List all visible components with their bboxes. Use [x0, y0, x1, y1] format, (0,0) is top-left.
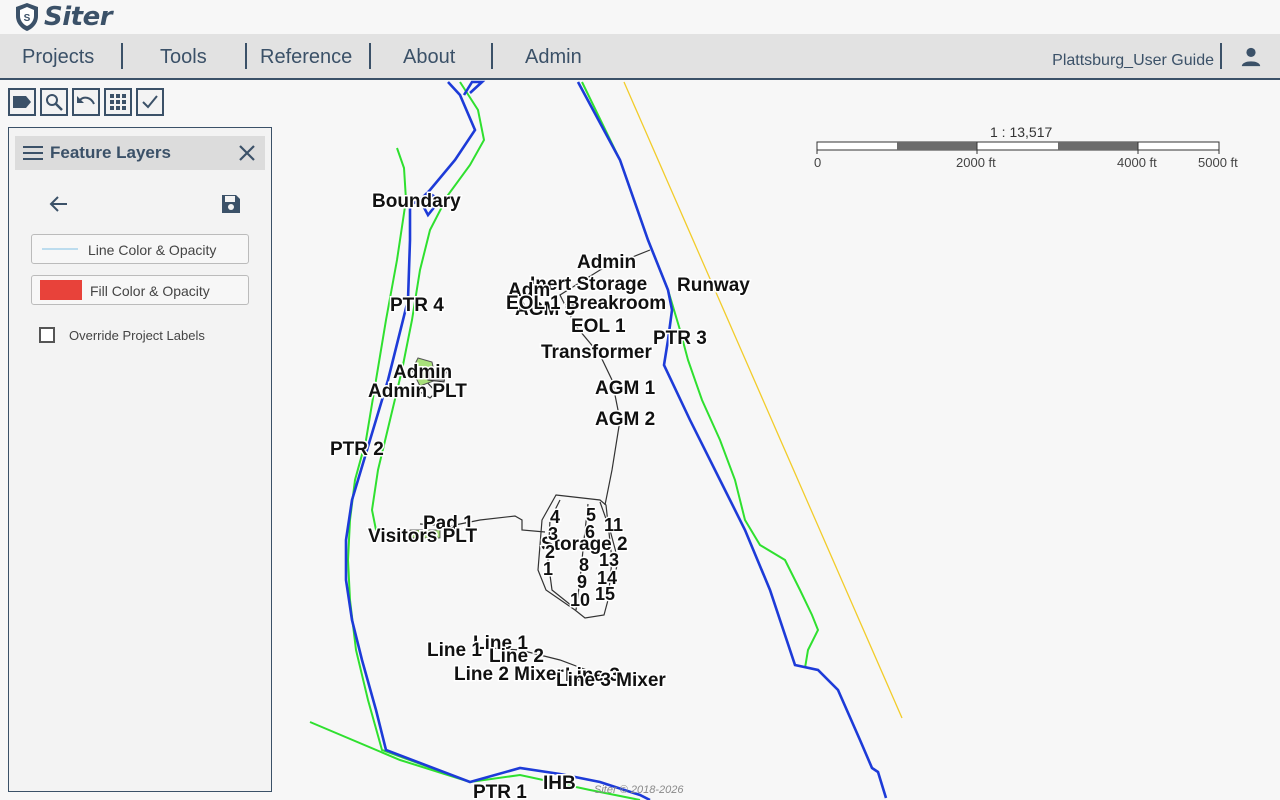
scale-bar-graphic: [816, 141, 1220, 154]
blue-boundary-top: [462, 80, 486, 96]
label-admin-2[interactable]: Admin: [392, 361, 454, 385]
nav-divider: [491, 43, 493, 69]
label-boundary[interactable]: Boundary: [371, 190, 463, 214]
siter-logo[interactable]: S Siter: [14, 2, 113, 32]
scale-tick-5000: 5000 ft: [1198, 155, 1238, 170]
close-icon[interactable]: [237, 143, 257, 163]
label-tool-button[interactable]: [8, 88, 36, 116]
green-line-east: [581, 81, 820, 669]
scale-tick-2000: 2000 ft: [956, 155, 996, 170]
blue-boundary: [344, 81, 651, 800]
grid-icon: [110, 94, 126, 110]
back-arrow-icon[interactable]: [47, 192, 71, 216]
label-ptr3[interactable]: PTR 3: [652, 327, 709, 351]
nav-tools[interactable]: Tools: [160, 34, 207, 78]
scale-bar: 1 : 13,517 0 2000 ft 4000 ft 5000 ft: [814, 124, 1256, 174]
nav-admin[interactable]: Admin: [525, 34, 582, 78]
panel-title: Feature Layers: [50, 143, 171, 162]
fill-option-label: Fill Color & Opacity: [90, 283, 210, 299]
label-ptr4[interactable]: PTR 4: [389, 294, 446, 318]
nav-divider: [1220, 43, 1222, 69]
label-visitors-plt[interactable]: Visitors PLT: [367, 525, 479, 549]
label-magazine-6[interactable]: 6: [584, 521, 597, 544]
label-line2-mixer[interactable]: Line 2 Mixer: [453, 663, 566, 687]
override-labels-row: Override Project Labels: [39, 325, 205, 345]
label-magazine-11[interactable]: 11: [603, 514, 625, 537]
label-magazine-1[interactable]: 1: [542, 558, 555, 581]
check-icon: [142, 95, 158, 109]
nav-divider: [245, 43, 247, 69]
label-magazine-10[interactable]: 10: [569, 589, 592, 612]
label-ptr1[interactable]: PTR 1: [472, 781, 529, 800]
runway-line: [623, 81, 903, 719]
search-icon: [46, 94, 63, 111]
line-option-label: Line Color & Opacity: [88, 242, 217, 258]
scale-tick-4000: 4000 ft: [1117, 155, 1157, 170]
map-toolbar: [8, 88, 164, 116]
label-icon: [13, 96, 31, 108]
nav-reference[interactable]: Reference: [260, 34, 352, 78]
nav-divider: [369, 43, 371, 69]
line-swatch-icon: [42, 248, 78, 250]
override-labels-checkbox[interactable]: [39, 327, 55, 343]
panel-header: Feature Layers: [15, 136, 265, 170]
override-labels-label: Override Project Labels: [69, 327, 205, 343]
label-agm2[interactable]: AGM 2: [594, 408, 657, 432]
app-name: Siter: [44, 2, 113, 32]
copyright-text: Siter © 2018-2026: [594, 784, 684, 796]
label-line1-b[interactable]: Line 1: [426, 639, 484, 663]
check-tool-button[interactable]: [136, 88, 164, 116]
label-runway[interactable]: Runway: [676, 274, 752, 298]
label-transformer[interactable]: Transformer: [540, 341, 654, 365]
label-magazine-3[interactable]: 3: [547, 523, 560, 546]
line-color-opacity-button[interactable]: Line Color & Opacity: [31, 234, 249, 264]
undo-tool-button[interactable]: [72, 88, 100, 116]
label-ihb[interactable]: IHB: [542, 772, 578, 796]
label-magazine-13[interactable]: 13: [598, 549, 621, 572]
green-boundary-west: [346, 147, 641, 800]
label-ptr2[interactable]: PTR 2: [329, 438, 386, 462]
label-eol1-breakroom[interactable]: EOL 1 Breakroom: [505, 292, 668, 316]
scale-tick-0: 0: [814, 155, 822, 170]
fill-color-opacity-button[interactable]: Fill Color & Opacity: [31, 275, 249, 305]
grid-tool-button[interactable]: [104, 88, 132, 116]
main-navbar: Projects Tools Reference About Admin Pla…: [0, 34, 1280, 80]
save-icon[interactable]: [219, 192, 243, 216]
label-admin[interactable]: Admin: [576, 251, 638, 275]
label-eol1[interactable]: EOL 1: [570, 315, 628, 339]
label-magazine-15[interactable]: 15: [594, 583, 617, 606]
label-agm1[interactable]: AGM 1: [594, 377, 658, 401]
nav-about[interactable]: About: [403, 34, 455, 78]
feature-layers-panel: Feature Layers Line Color & Opacity Fill…: [8, 127, 272, 792]
label-admin-plt[interactable]: Admin PLT: [367, 380, 469, 404]
nav-divider: [121, 43, 123, 69]
fill-swatch-icon: [40, 280, 82, 300]
label-line3-mixer[interactable]: Line 3 Mixer: [555, 669, 668, 693]
nav-projects[interactable]: Projects: [22, 34, 94, 78]
menu-icon[interactable]: [23, 144, 43, 162]
search-tool-button[interactable]: [40, 88, 68, 116]
user-guide-link[interactable]: Plattsburg_User Guide: [1052, 34, 1214, 78]
undo-icon: [77, 96, 95, 105]
logo-bar: S Siter: [0, 0, 1280, 34]
account-icon[interactable]: [1240, 46, 1262, 68]
svg-text:S: S: [24, 13, 31, 24]
shield-logo-icon: S: [16, 3, 38, 31]
label-magazine-9[interactable]: 9: [576, 571, 589, 594]
